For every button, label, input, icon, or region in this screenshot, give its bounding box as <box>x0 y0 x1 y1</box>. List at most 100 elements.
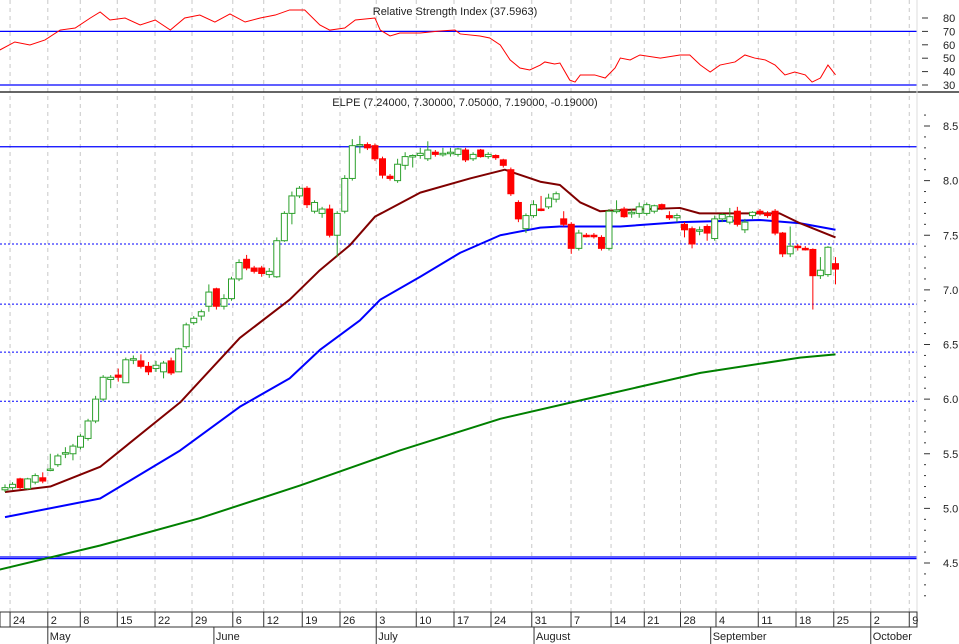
candle-body <box>326 208 334 236</box>
date-label: 31 <box>535 615 547 627</box>
rsi-axis-label: 70 <box>943 26 955 38</box>
candle-body <box>107 376 115 380</box>
candle <box>356 135 364 154</box>
candle <box>801 246 809 251</box>
candle-body <box>545 197 553 208</box>
candle <box>726 207 734 225</box>
month-label: June <box>216 631 240 643</box>
candle-body <box>258 267 266 274</box>
candle-body <box>129 358 137 361</box>
candle <box>31 473 39 485</box>
candle-body <box>265 270 273 276</box>
rsi-axis-label: 30 <box>943 80 955 92</box>
price-title: ELPE (7.24000, 7.30000, 7.05000, 7.19000… <box>332 97 597 109</box>
candle <box>567 222 575 254</box>
candle-body <box>658 204 666 209</box>
candle-body <box>152 364 160 370</box>
candle <box>590 233 598 239</box>
candle <box>182 322 190 349</box>
candle <box>764 211 772 218</box>
candle-body <box>243 258 251 269</box>
candle <box>597 235 605 251</box>
candle-body <box>824 246 832 276</box>
candle-body <box>779 232 787 255</box>
candle <box>295 186 303 199</box>
candle <box>613 200 621 214</box>
candle <box>212 287 220 310</box>
candle-body <box>492 154 500 159</box>
month-label: May <box>50 631 71 643</box>
candle <box>431 150 439 157</box>
candle <box>197 309 205 321</box>
date-label: 7 <box>574 615 580 627</box>
date-label: 2 <box>874 615 880 627</box>
candle-body <box>809 248 817 277</box>
date-label: 14 <box>614 615 626 627</box>
candle-body <box>733 210 741 225</box>
candle-body <box>620 208 628 218</box>
candle-body <box>582 234 590 238</box>
price-axis-label: 6.5 <box>943 340 958 352</box>
ma-mid-line <box>4 218 836 519</box>
candle-body <box>288 195 296 214</box>
candle-body <box>416 152 424 156</box>
candle <box>386 174 394 181</box>
candle <box>409 154 417 168</box>
candle-body <box>462 149 470 161</box>
candle-body <box>628 211 636 215</box>
candle-body <box>69 445 77 455</box>
candle <box>605 209 613 251</box>
candle-body <box>681 223 688 231</box>
candle <box>514 200 522 223</box>
candle-body <box>643 204 651 214</box>
candle <box>129 355 137 365</box>
candle-body <box>273 240 281 278</box>
candle <box>333 211 341 258</box>
candle-body <box>575 232 583 249</box>
date-label: 17 <box>457 615 469 627</box>
candle <box>107 375 115 389</box>
candle-body <box>726 216 734 223</box>
date-label: 11 <box>761 615 772 627</box>
candle <box>711 215 719 241</box>
candle <box>379 156 386 179</box>
candle-body <box>280 212 288 242</box>
candle <box>650 204 658 214</box>
candle <box>643 202 651 216</box>
candle-body <box>771 210 779 234</box>
candle <box>703 224 711 241</box>
candle <box>326 204 334 238</box>
date-label: 29 <box>195 615 207 627</box>
date-label: 24 <box>494 615 506 627</box>
candle <box>341 175 349 214</box>
candle <box>507 167 515 196</box>
candle <box>552 191 560 203</box>
candle <box>620 206 628 218</box>
candle-body <box>31 475 39 483</box>
candle-body <box>477 149 485 158</box>
candle <box>69 443 77 461</box>
date-label: 21 <box>647 615 659 627</box>
candle-body <box>197 311 205 317</box>
candle-body <box>363 144 371 149</box>
candle-body <box>816 269 824 277</box>
candle-body <box>205 291 213 307</box>
candle-body <box>673 215 681 219</box>
candle-body <box>122 359 130 384</box>
candle <box>416 147 424 159</box>
candle <box>688 226 696 249</box>
rsi-axis-label: 80 <box>943 13 955 25</box>
candle <box>748 211 756 219</box>
candle-body <box>446 151 454 155</box>
candle-body <box>514 201 522 220</box>
candle <box>446 147 454 157</box>
candle-body <box>250 267 258 272</box>
month-label: July <box>378 631 398 643</box>
candle-body <box>764 212 772 217</box>
candle <box>228 276 235 301</box>
candle <box>311 200 319 214</box>
candle-body <box>431 151 439 155</box>
candle-body <box>356 144 364 147</box>
candle <box>635 202 643 218</box>
candle-body <box>77 435 84 448</box>
